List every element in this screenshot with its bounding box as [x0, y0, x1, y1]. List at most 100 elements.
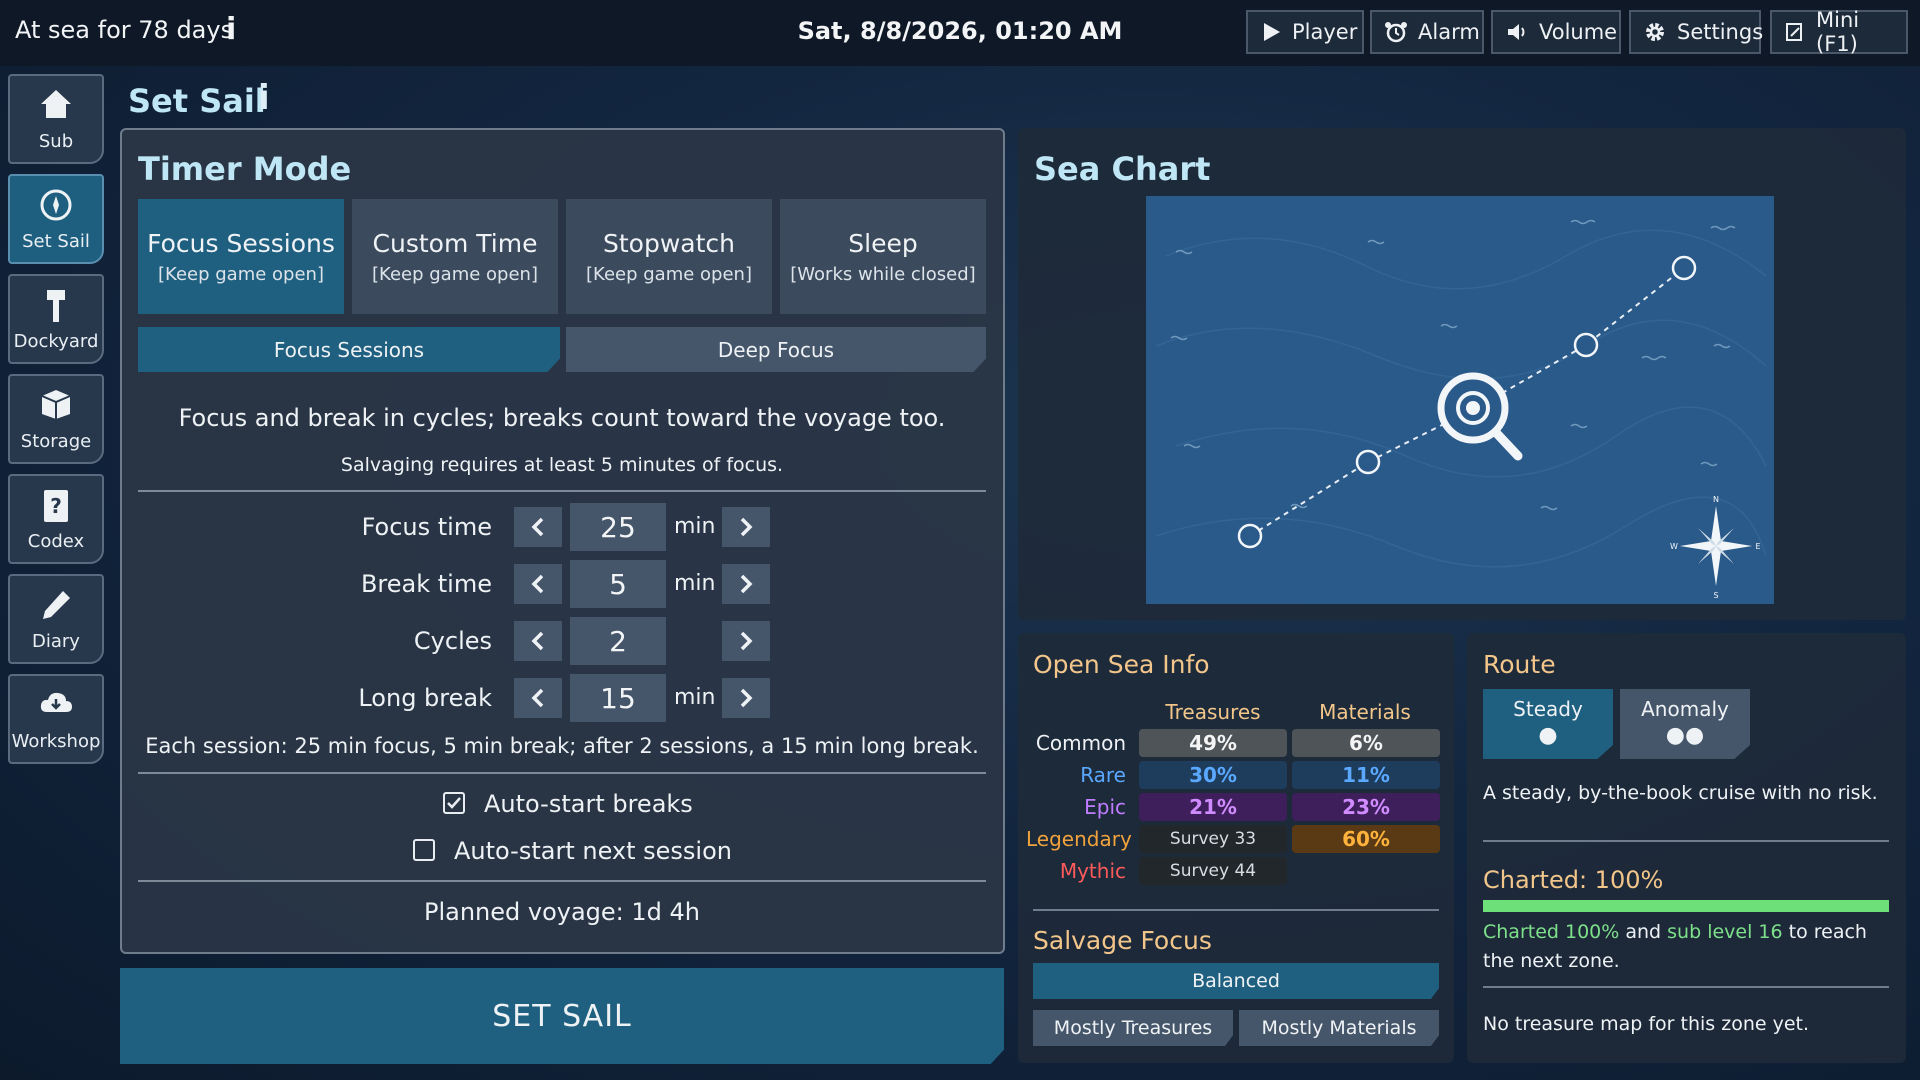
settings-button[interactable]: Settings [1629, 10, 1764, 54]
focus-time-increase-button[interactable] [722, 507, 770, 547]
focus-time-value[interactable]: 25 [570, 503, 666, 551]
treasure-map-note: No treasure map for this zone yet. [1483, 1013, 1810, 1035]
tab-focus-sessions[interactable]: Focus Sessions [Keep game open] [138, 199, 344, 314]
rarity-epic-label: Epic [1084, 795, 1126, 819]
divider [138, 772, 986, 774]
long-break-decrease-button[interactable] [514, 678, 562, 718]
svg-text:?: ? [50, 494, 62, 518]
charted-progress-bar [1483, 900, 1889, 912]
subtab-deep-focus[interactable]: Deep Focus [566, 327, 986, 372]
mode-title: Focus Sessions [147, 228, 335, 258]
alarm-button[interactable]: Alarm [1370, 10, 1484, 54]
salvage-mostly-treasures-option[interactable]: Mostly Treasures [1033, 1010, 1233, 1046]
auto-start-next-label: Auto-start next session [454, 837, 732, 865]
resize-icon [1786, 23, 1802, 41]
box-icon [41, 390, 71, 419]
route-steady-option[interactable]: Steady ● [1483, 689, 1613, 759]
salvage-mostly-materials-option[interactable]: Mostly Materials [1239, 1010, 1439, 1046]
settings-button-label: Settings [1677, 20, 1764, 44]
mythic-treasures-cell: Survey 44 [1139, 857, 1287, 885]
sidebar-item-dockyard[interactable]: Dockyard [8, 274, 104, 364]
divider [138, 880, 986, 882]
long-break-increase-button[interactable] [722, 678, 770, 718]
pencil-icon [43, 591, 70, 619]
common-treasures-cell: 49% [1139, 729, 1287, 757]
materials-column-header: Materials [1319, 700, 1411, 724]
mini-mode-label: Mini (F1) [1816, 8, 1860, 56]
route-title: Route [1483, 650, 1556, 679]
top-bar: At sea for 78 days i Sat, 8/8/2026, 01:2… [0, 0, 1920, 66]
chevron-left-icon [531, 688, 544, 708]
cycles-decrease-button[interactable] [514, 621, 562, 661]
mode-requirement: Salvaging requires at least 5 minutes of… [340, 454, 784, 476]
rarity-mythic-label: Mythic [1059, 859, 1126, 883]
legendary-materials-cell: 60% [1292, 825, 1440, 853]
mode-note: [Keep game open] [158, 263, 324, 285]
route-description: A steady, by-the-book cruise with no ris… [1483, 782, 1878, 804]
chevron-left-icon [531, 517, 544, 537]
break-time-value[interactable]: 5 [570, 560, 666, 608]
player-button[interactable]: Player [1246, 10, 1364, 54]
chevron-right-icon [740, 574, 753, 594]
sidebar-item-label: Set Sail [22, 231, 90, 252]
volume-button[interactable]: Volume [1491, 10, 1621, 54]
timer-mode-title: Timer Mode [138, 150, 352, 188]
tab-stopwatch[interactable]: Stopwatch [Keep game open] [566, 199, 772, 314]
sea-chart-map[interactable]: N S E W [1146, 196, 1774, 604]
mode-title: Stopwatch [603, 228, 735, 258]
divider [1033, 909, 1439, 911]
requirement-connector: and [1619, 921, 1668, 943]
focus-time-decrease-button[interactable] [514, 507, 562, 547]
mode-note: [Works while closed] [790, 263, 976, 285]
cycles-increase-button[interactable] [722, 621, 770, 661]
auto-start-breaks-label: Auto-start breaks [484, 790, 693, 818]
rarity-rare-label: Rare [1080, 763, 1126, 787]
tab-custom-time[interactable]: Custom Time [Keep game open] [352, 199, 558, 314]
sidebar-item-set-sail[interactable]: Set Sail [8, 174, 104, 264]
sidebar-item-storage[interactable]: Storage [8, 374, 104, 464]
tab-sleep[interactable]: Sleep [Works while closed] [780, 199, 986, 314]
sidebar-item-label: Sub [38, 131, 74, 152]
chevron-left-icon [531, 574, 544, 594]
set-sail-button[interactable]: SET SAIL [120, 968, 1004, 1064]
rarity-legendary-label: Legendary [1026, 827, 1132, 851]
divider [1483, 840, 1889, 842]
sidebar-item-label: Storage [20, 431, 92, 452]
hammer-icon [47, 290, 65, 322]
salvage-balanced-option[interactable]: Balanced [1033, 963, 1439, 999]
requirement-charted: Charted 100% [1483, 921, 1620, 943]
route-anomaly-option[interactable]: Anomaly ●● [1620, 689, 1750, 759]
cloud-download-icon [40, 692, 72, 712]
break-time-unit: min [674, 571, 716, 596]
route-option-label: Anomaly [1641, 697, 1729, 721]
auto-start-next-checkbox[interactable] [413, 839, 435, 861]
chevron-right-icon [740, 688, 753, 708]
sidebar-item-codex[interactable]: ? Codex [8, 474, 104, 564]
sidebar-item-diary[interactable]: Diary [8, 574, 104, 664]
rare-materials-cell: 11% [1292, 761, 1440, 789]
compass-e-label: E [1755, 542, 1760, 551]
long-break-value[interactable]: 15 [570, 674, 666, 722]
epic-treasures-cell: 21% [1139, 793, 1287, 821]
sidebar-item-workshop[interactable]: Workshop [8, 674, 104, 764]
mode-title: Custom Time [372, 228, 538, 258]
cycles-value[interactable]: 2 [570, 617, 666, 665]
mini-mode-button[interactable]: Mini (F1) [1770, 8, 1908, 56]
break-time-decrease-button[interactable] [514, 564, 562, 604]
cycles-label: Cycles [413, 627, 492, 655]
break-time-increase-button[interactable] [722, 564, 770, 604]
info-icon[interactable]: i [226, 12, 236, 47]
auto-start-breaks-checkbox[interactable] [443, 792, 465, 814]
salvage-focus-title: Salvage Focus [1033, 926, 1212, 955]
route-risk-dots: ● [1538, 723, 1558, 748]
sidebar-item-sub[interactable]: Sub [8, 74, 104, 164]
sidebar-item-label: Dockyard [13, 331, 99, 352]
charted-label: Charted: 100% [1483, 866, 1664, 894]
checkmark-icon [447, 797, 461, 809]
requirement-sub-level: sub level 16 [1667, 921, 1783, 943]
subtab-focus-sessions[interactable]: Focus Sessions [138, 327, 560, 372]
info-icon[interactable]: i [258, 78, 270, 118]
route-option-label: Steady [1513, 697, 1583, 721]
legendary-treasures-cell: Survey 33 [1139, 825, 1287, 853]
book-icon: ? [44, 490, 68, 522]
